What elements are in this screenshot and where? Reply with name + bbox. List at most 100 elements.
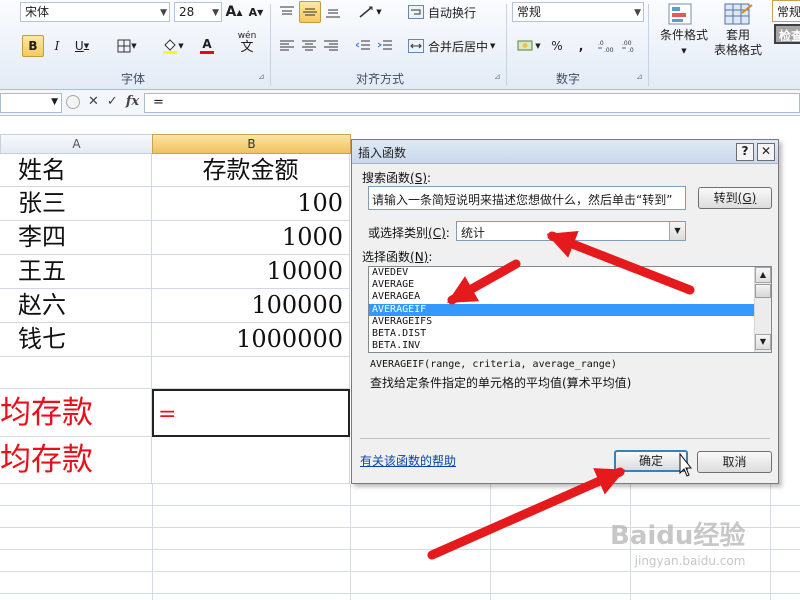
- dialog-launcher-icon[interactable]: ⊿: [636, 72, 643, 81]
- chevron-down-icon[interactable]: ▼: [212, 6, 219, 20]
- increase-indent-icon: [378, 40, 392, 50]
- chevron-down-icon[interactable]: ▼: [51, 97, 58, 107]
- table-row-amount[interactable]: 10000: [152, 255, 350, 289]
- empty-cell[interactable]: [152, 437, 350, 484]
- font-name-combo[interactable]: 宋体 ▼: [20, 2, 170, 22]
- table-row-amount[interactable]: 100000: [152, 289, 350, 323]
- empty-cell[interactable]: [152, 357, 350, 389]
- align-left-button[interactable]: [278, 35, 296, 57]
- list-item[interactable]: BETA.INV: [369, 340, 771, 352]
- chevron-down-icon[interactable]: ▼: [634, 6, 641, 20]
- align-center-button[interactable]: [300, 35, 318, 57]
- dialog-titlebar[interactable]: 插入函数: [352, 140, 778, 164]
- category-label: 或选择类别(C):: [368, 226, 450, 240]
- list-item-selected[interactable]: AVERAGEIF: [369, 303, 771, 316]
- phonetic-button[interactable]: wén 文: [232, 31, 262, 55]
- table-row-amount[interactable]: 100: [152, 187, 350, 221]
- list-item[interactable]: AVERAGEA: [369, 291, 771, 303]
- column-header-a[interactable]: A: [0, 134, 153, 154]
- font-size-combo[interactable]: 28 ▼: [174, 2, 222, 22]
- empty-cell[interactable]: [0, 357, 152, 389]
- table-row-name[interactable]: 钱七: [0, 323, 152, 357]
- accounting-format-button[interactable]: ▼: [514, 35, 544, 57]
- header-name-text: 姓名: [18, 156, 66, 184]
- table-row-name[interactable]: 王五: [0, 255, 152, 289]
- row-amount: 100000: [251, 291, 343, 319]
- list-item[interactable]: AVERAGEIFS: [369, 316, 771, 328]
- borders-button[interactable]: ▼: [112, 35, 142, 57]
- header-cell-amount[interactable]: 存款金额: [152, 154, 350, 187]
- category-select[interactable]: 统计 ▼: [456, 221, 686, 241]
- decrease-indent-button[interactable]: [354, 35, 372, 57]
- dialog-launcher-icon[interactable]: ⊿: [258, 72, 265, 81]
- listbox-scrollbar[interactable]: ▲ ▼: [754, 267, 771, 352]
- go-label: 转到: [713, 191, 738, 205]
- align-bottom-icon: [326, 9, 340, 18]
- avg-label-cell[interactable]: 人均存款: [0, 389, 152, 437]
- header-cell-name[interactable]: 姓名: [0, 154, 152, 187]
- name-box[interactable]: ▼: [0, 93, 62, 113]
- merge-center-button[interactable]: 合并后居中 ▼: [408, 35, 504, 57]
- cancel-button[interactable]: 取消: [697, 451, 772, 473]
- column-header-b[interactable]: B: [152, 134, 351, 154]
- table-row-name[interactable]: 张三: [0, 187, 152, 221]
- close-button[interactable]: ✕: [757, 143, 775, 161]
- table-row-name[interactable]: 李四: [0, 221, 152, 255]
- decrease-decimal-button[interactable]: .00.0: [620, 35, 642, 57]
- percent-button[interactable]: %: [548, 35, 566, 57]
- ribbon: 宋体 ▼ 28 ▼ A ▲ A ▼ B I U ▼ ▼ ▼ A wén 文 字体 ⊿ …: [0, 0, 800, 90]
- table-row-amount[interactable]: 1000000: [152, 323, 350, 357]
- align-top-button[interactable]: [276, 1, 298, 23]
- align-middle-button[interactable]: [299, 1, 321, 23]
- bold-button[interactable]: B: [22, 35, 44, 57]
- active-edit-cell[interactable]: =: [152, 389, 350, 437]
- function-listbox[interactable]: AVEDEV AVERAGE AVERAGEA AVERAGEIF AVERAG…: [368, 266, 772, 353]
- formula-input[interactable]: =: [144, 93, 800, 113]
- avg-label-cell[interactable]: 人均存款: [0, 437, 152, 484]
- list-item[interactable]: BETA.DIST: [369, 328, 771, 340]
- scroll-thumb[interactable]: [755, 284, 771, 298]
- style-check-cell[interactable]: 检查: [774, 24, 800, 44]
- borders-icon: [117, 39, 131, 53]
- search-input[interactable]: 请输入一条简短说明来描述您想做什么，然后单击“转到”: [368, 186, 686, 210]
- function-help-link[interactable]: 有关该函数的帮助: [360, 452, 456, 469]
- go-button[interactable]: 转到(G): [698, 187, 772, 209]
- font-color-button[interactable]: A: [192, 35, 222, 57]
- underline-button[interactable]: U ▼: [70, 35, 94, 57]
- orientation-button[interactable]: ▼: [356, 1, 384, 23]
- enter-icon[interactable]: ✓: [107, 94, 118, 109]
- list-item[interactable]: AVEDEV: [369, 267, 771, 279]
- scroll-down-icon[interactable]: ▼: [755, 334, 771, 350]
- increase-decimal-button[interactable]: .0.00: [596, 35, 618, 57]
- shrink-font-button[interactable]: A ▼: [247, 1, 265, 23]
- format-as-table-icon: [724, 3, 753, 25]
- style-normal[interactable]: 常规: [772, 0, 800, 22]
- grow-font-button[interactable]: A ▲: [225, 1, 243, 23]
- dialog-launcher-icon[interactable]: ⊿: [494, 72, 501, 81]
- ok-button[interactable]: 确定: [614, 450, 688, 472]
- italic-button[interactable]: I: [48, 35, 66, 57]
- row-amount: 1000000: [236, 325, 343, 353]
- cancel-label: 取消: [722, 455, 747, 469]
- fill-color-button[interactable]: ▼: [158, 35, 188, 57]
- help-button[interactable]: ?: [736, 143, 754, 161]
- cancel-icon[interactable]: ✕: [88, 94, 99, 109]
- list-item[interactable]: AVERAGE: [369, 279, 771, 291]
- chevron-down-icon[interactable]: ▼: [160, 6, 167, 20]
- align-right-button[interactable]: [322, 35, 340, 57]
- wrap-text-button[interactable]: 自动换行: [408, 1, 480, 23]
- format-as-table-label-1: 套用: [725, 28, 750, 42]
- chevron-down-icon[interactable]: ▼: [669, 222, 685, 240]
- insert-function-icon[interactable]: fx: [126, 94, 139, 109]
- table-row-name[interactable]: 赵六: [0, 289, 152, 323]
- increase-indent-button[interactable]: [376, 35, 394, 57]
- comma-button[interactable]: ,: [574, 35, 588, 57]
- italic-label: I: [54, 39, 60, 53]
- red-arrow-icon: [427, 467, 626, 560]
- table-row-amount[interactable]: 1000: [152, 221, 350, 255]
- align-bottom-button[interactable]: [322, 1, 344, 23]
- number-format-combo[interactable]: 常规 ▼: [512, 2, 644, 22]
- ok-label: 确定: [638, 454, 663, 468]
- style-check-label: 检查: [779, 29, 800, 43]
- scroll-up-icon[interactable]: ▲: [755, 267, 771, 283]
